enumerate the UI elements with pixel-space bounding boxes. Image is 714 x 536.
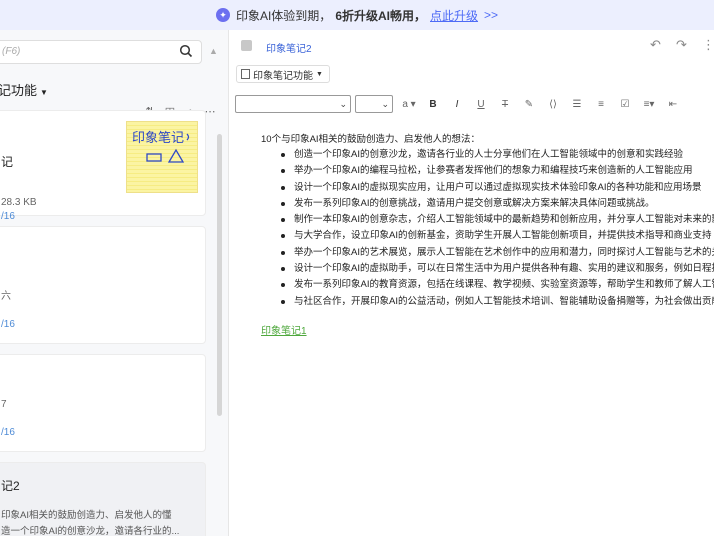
highlight-icon[interactable]: ✎: [517, 99, 541, 110]
sparkle-icon: ✦: [215, 8, 230, 22]
banner-highlight: 6折升级AI畅用，: [335, 8, 426, 23]
note-meta: 7: [1, 399, 7, 410]
note-card[interactable]: 记 28.3 KB /16 印象笔记: [0, 110, 206, 222]
note-title: 记2: [1, 479, 20, 493]
search-input[interactable]: (F6): [0, 40, 202, 64]
scrollbar[interactable]: [217, 134, 222, 416]
note-card[interactable]: 六 /16: [0, 226, 206, 344]
note-snippet: 造一个印象AI的创意沙龙，邀请各行业的...: [1, 526, 180, 536]
notebook-icon: [241, 69, 250, 79]
list-item: 制作一本印象AI的创意杂志，介绍人工智能领域中的最新趋势和创新应用，并分享人工智…: [261, 212, 714, 228]
font-family-select[interactable]: ⌄: [235, 95, 351, 113]
font-size-select[interactable]: ⌄: [355, 95, 393, 113]
notebook-title[interactable]: 记功能 ▼: [0, 80, 48, 99]
note-card-selected[interactable]: 记2 印象AI相关的鼓励创造力、启发他人的懂 造一个印象AI的创意沙龙，邀请各行…: [0, 462, 206, 536]
search-icon[interactable]: [179, 44, 193, 58]
undo-icon[interactable]: ↶: [650, 37, 661, 53]
more-icon[interactable]: ⋮: [702, 37, 714, 53]
note-header: 印象笔记2 ↶ ↷ ⋮: [230, 30, 714, 62]
note-title: 记: [1, 155, 14, 169]
list-item: 发布一系列印象AI的教育资源，包括在线课程、教学视频、实验室资源等，帮助学生和教…: [261, 277, 714, 293]
list-item: 与社区合作，开展印象AI的公益活动，例如人工智能技术培训、智能辅助设备捐赠等，为…: [261, 294, 714, 310]
dropdown-icon: ▼: [40, 88, 48, 97]
banner-arrows[interactable]: >>: [484, 8, 498, 22]
text-color-icon[interactable]: a ▾: [397, 99, 421, 110]
promo-banner[interactable]: ✦ 印象AI体验到期， 6折升级AI畅用， 点此升级 >>: [0, 0, 714, 30]
checkbox-icon[interactable]: ☑: [613, 99, 637, 110]
note-list-panel: (F6) ▲ 记功能▼ ⇅ ◫ ◔ ⋯ 记 28.3 KB /16 印象笔记 六…: [0, 30, 229, 536]
bullet-list: 创造一个印象AI的创意沙龙，邀请各行业的人士分享他们在人工智能领域中的创意和实践…: [261, 147, 714, 310]
note-date: /16: [1, 427, 15, 438]
outdent-icon[interactable]: ⇤: [661, 99, 685, 110]
note-date: /16: [1, 211, 15, 222]
upgrade-link[interactable]: 点此升级: [430, 7, 478, 24]
note-body[interactable]: 10个与印象AI相关的鼓励创造力、启发他人的想法： 创造一个印象AI的创意沙龙，…: [261, 131, 714, 337]
dropdown-icon: ▼: [316, 70, 323, 78]
banner-text: 印象AI体验到期，: [235, 8, 332, 23]
search-placeholder: (F6): [2, 46, 21, 57]
list-item: 与大学合作，设立印象AI的创新基金，资助学生开展人工智能创新项目，并提供技术指导…: [261, 228, 714, 244]
chevron-down-icon: ⌄: [381, 99, 389, 109]
list-item: 创造一个印象AI的创意沙龙，邀请各行业的人士分享他们在人工智能领域中的创意和实践…: [261, 147, 714, 163]
collapse-up-icon[interactable]: ▲: [209, 46, 218, 56]
breadcrumb[interactable]: 印象笔记2: [266, 40, 312, 55]
redo-icon[interactable]: ↷: [676, 37, 687, 53]
list-item: 发布一系列印象AI的创意挑战，邀请用户提交创意或解决方案来解决具体问题或挑战。: [261, 196, 714, 212]
bold-icon[interactable]: B: [421, 99, 445, 110]
note-size: 28.3 KB: [1, 197, 37, 208]
note-date: /16: [1, 319, 15, 330]
notebook-select-label: 印象笔记功能: [253, 70, 313, 82]
handwritten-note-image: 印象笔记: [132, 130, 190, 163]
list-item: 举办一个印象AI的编程马拉松，让参赛者发挥他们的想象力和编程技巧来创造新的人工智…: [261, 163, 714, 179]
italic-icon[interactable]: I: [445, 99, 469, 110]
note-snippet: 印象AI相关的鼓励创造力、启发他人的懂: [1, 510, 172, 521]
notebook-select[interactable]: 印象笔记功能 ▼: [236, 65, 330, 83]
note-editor: 印象笔记2 ↶ ↷ ⋮ 印象笔记功能 ▼ ⌄ ⌄ a ▾ B I U T ✎ ⟨…: [230, 30, 714, 536]
align-icon[interactable]: ≡▾: [637, 99, 661, 110]
bullet-list-icon[interactable]: ☰: [565, 99, 589, 110]
list-item: 设计一个印象AI的虚拟助手，可以在日常生活中为用户提供各种有趣、实用的建议和服务…: [261, 261, 714, 277]
note-card[interactable]: 7 /16: [0, 354, 206, 452]
format-toolbar: ⌄ ⌄ a ▾ B I U T ✎ ⟨⟩ ☰ ≡ ☑ ≡▾ ⇤: [235, 94, 714, 114]
numbered-list-icon[interactable]: ≡: [589, 99, 613, 110]
note-meta: 六: [1, 291, 11, 302]
note-intro: 10个与印象AI相关的鼓励创造力、启发他人的想法：: [261, 134, 481, 145]
svg-text:印象笔记: 印象笔记: [132, 130, 184, 146]
underline-icon[interactable]: U: [469, 99, 493, 110]
list-item: 设计一个印象AI的虚拟现实应用，让用户可以通过虚拟现实技术体验印象AI的各种功能…: [261, 180, 714, 196]
list-item: 举办一个印象AI的艺术展览，展示人工智能在艺术创作中的应用和潜力，同时探讨人工智…: [261, 245, 714, 261]
code-icon[interactable]: ⟨⟩: [541, 99, 565, 110]
strikethrough-icon[interactable]: T: [493, 99, 517, 110]
notebook-icon: [241, 40, 252, 51]
note-link[interactable]: 印象笔记1: [261, 322, 714, 337]
note-thumbnail: 印象笔记: [126, 121, 198, 193]
chevron-down-icon: ⌄: [339, 99, 347, 109]
